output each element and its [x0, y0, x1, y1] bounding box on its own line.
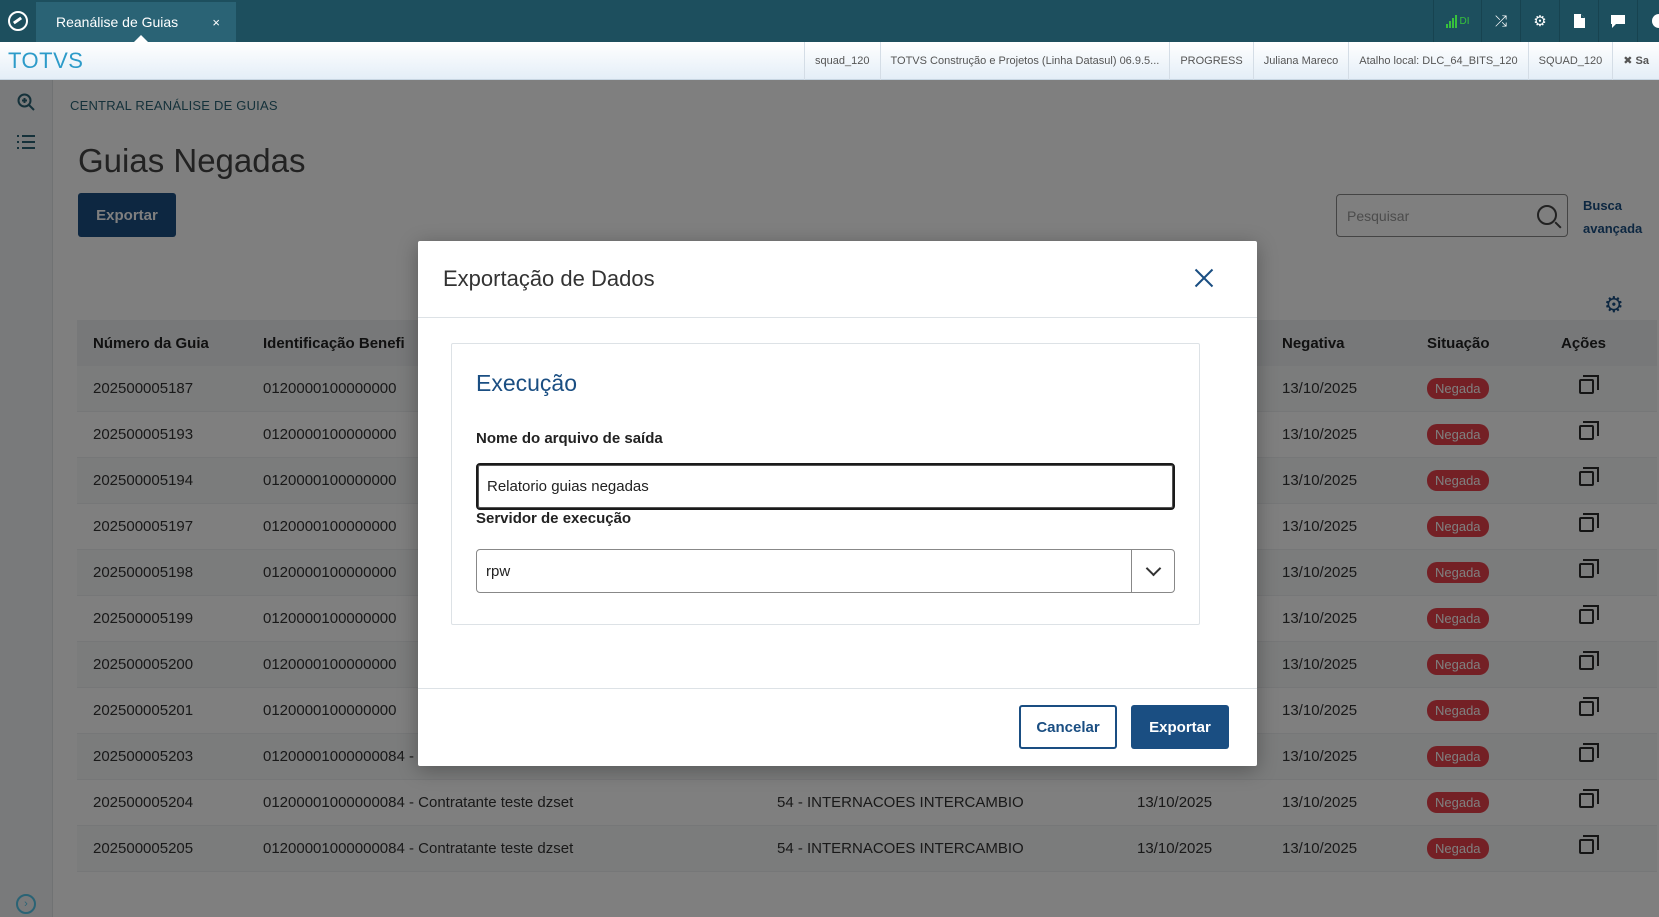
cancel-button[interactable]: Cancelar: [1019, 705, 1117, 749]
chevron-down-icon[interactable]: [1131, 550, 1174, 592]
tab-reanalise-guias[interactable]: Reanálise de Guias ×: [36, 0, 236, 42]
app-logo-button[interactable]: [0, 0, 36, 42]
file-name-input[interactable]: [476, 463, 1175, 510]
server-value: rpw: [486, 562, 511, 580]
tab-active-indicator: [134, 35, 148, 42]
execution-panel: Execução Nome do arquivo de saída Servid…: [451, 343, 1200, 625]
signal-label: DI: [1459, 15, 1470, 27]
tab-label: Reanálise de Guias: [56, 14, 179, 30]
help-icon[interactable]: [1637, 0, 1659, 42]
export-data-modal: Exportação de Dados Execução Nome do arq…: [418, 241, 1257, 766]
signal-icon[interactable]: DI: [1433, 0, 1481, 42]
server-select[interactable]: rpw: [476, 549, 1175, 593]
modal-footer: Cancelar Exportar: [418, 688, 1257, 766]
modal-title: Exportação de Dados: [443, 266, 655, 291]
close-icon[interactable]: [1193, 267, 1215, 289]
top-bar: Reanálise de Guias × DI ⤮ ⚙: [0, 0, 1659, 42]
chat-icon[interactable]: [1598, 0, 1637, 42]
section-title: Execução: [476, 370, 578, 396]
logout-link[interactable]: ✖ Sa: [1612, 41, 1659, 80]
file-name-label: Nome do arquivo de saída: [476, 430, 663, 447]
expand-sidebar-icon[interactable]: ›: [16, 894, 36, 914]
info-product: TOTVS Construção e Projetos (Linha Datas…: [879, 41, 1170, 80]
session-info: squad_120 TOTVS Construção e Projetos (L…: [804, 41, 1659, 80]
modal-header: Exportação de Dados: [418, 241, 1257, 318]
gear-icon[interactable]: ⚙: [1520, 0, 1559, 42]
document-icon[interactable]: [1559, 0, 1598, 42]
totvs-logo-icon: [8, 11, 28, 31]
server-label: Servidor de execução: [476, 510, 632, 527]
info-database: PROGRESS: [1169, 41, 1252, 80]
sub-header: TOTVS squad_120 TOTVS Construção e Proje…: [0, 41, 1659, 80]
confirm-export-button[interactable]: Exportar: [1131, 705, 1229, 749]
info-shortcut: Atalho local: DLC_64_BITS_120: [1348, 41, 1527, 80]
info-environment: SQUAD_120: [1527, 41, 1613, 80]
brand-title: TOTVS: [8, 47, 84, 73]
shuffle-icon[interactable]: ⤮: [1481, 0, 1520, 42]
tab-close-icon[interactable]: ×: [212, 15, 220, 30]
info-user: Juliana Mareco: [1252, 41, 1349, 80]
top-icons: DI ⤮ ⚙: [1433, 0, 1659, 42]
info-squad: squad_120: [804, 41, 879, 80]
